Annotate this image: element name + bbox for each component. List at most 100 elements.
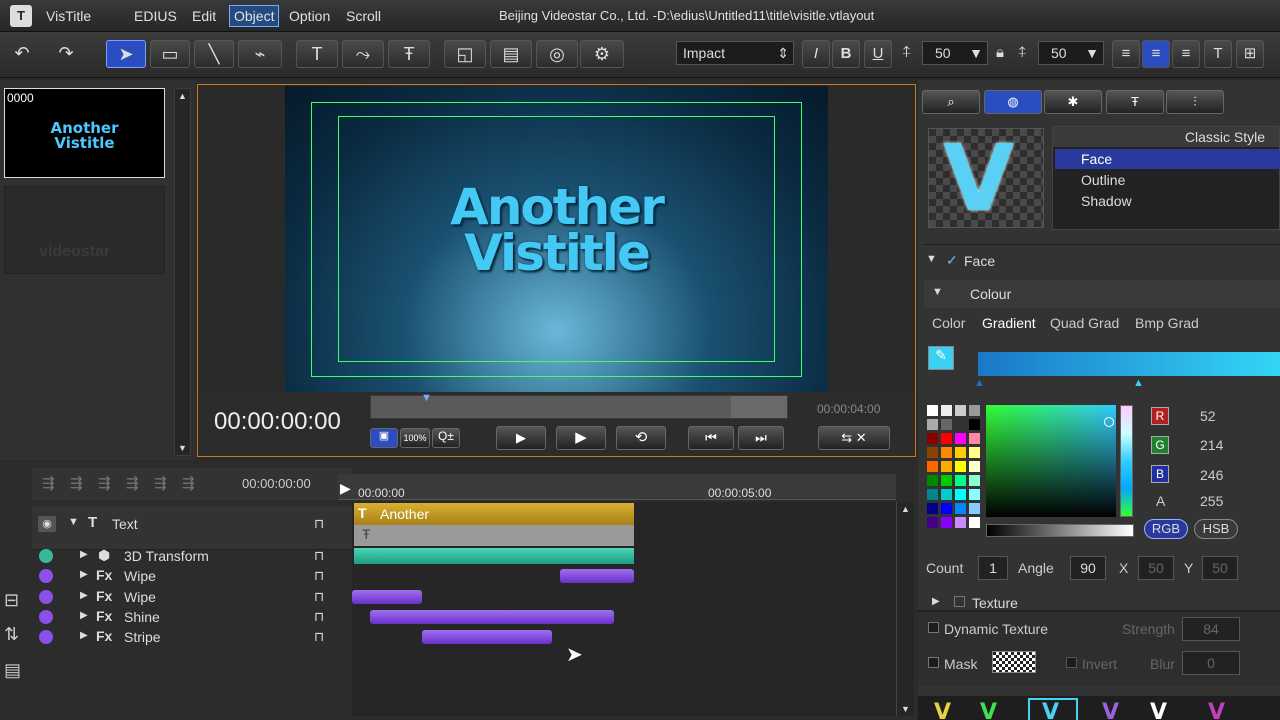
eyedropper-icon[interactable]: ✎ [928, 346, 954, 370]
alpha-slider[interactable] [986, 524, 1134, 537]
rgb-button[interactable]: RGB [1144, 519, 1188, 539]
keyframe-add-icon[interactable]: ⇶ [126, 474, 139, 492]
gradient-box-icon[interactable]: ▤ [490, 40, 532, 68]
keyframe-copy-icon[interactable]: ⇶ [182, 474, 195, 492]
expand-icon[interactable]: ▶ [80, 549, 88, 560]
undo-icon[interactable]: ↶ [6, 40, 38, 68]
loop-icon[interactable]: ⟲ [616, 426, 666, 450]
line-icon[interactable]: ╲ [194, 40, 234, 68]
lock-icon[interactable]: ⊓ [314, 568, 324, 584]
font-width-field[interactable]: 50 ▼ [1038, 41, 1104, 65]
toggle-icon[interactable] [39, 569, 53, 583]
texture-checkbox[interactable] [954, 596, 965, 607]
style-item-outline[interactable]: Outline [1055, 170, 1280, 190]
x-field[interactable]: 50 [1138, 556, 1174, 580]
3d-transform-clip[interactable] [354, 548, 634, 564]
search-tab-icon[interactable]: ⌕ [922, 90, 980, 114]
menu-edius[interactable]: EDIUS [134, 8, 177, 24]
font-select[interactable]: Impact ⇕ [676, 41, 794, 65]
align-tool-icon[interactable]: ⊟ [4, 590, 19, 611]
scroll-up-icon[interactable]: ▲ [178, 91, 187, 101]
underline-button[interactable]: U [864, 40, 892, 68]
scroll-down-icon[interactable]: ▼ [901, 704, 910, 714]
scroll-up-icon[interactable]: ▲ [901, 504, 910, 514]
playhead-icon[interactable]: ▶ [340, 480, 351, 497]
wipe-clip-1[interactable] [560, 569, 634, 583]
expand-icon[interactable]: ▶ [80, 569, 88, 580]
face-checkbox[interactable]: ✓ [946, 252, 958, 269]
hue-slider[interactable] [1120, 405, 1133, 517]
angle-field[interactable]: 90 [1070, 556, 1106, 580]
collapse-icon[interactable]: ▼ [932, 286, 943, 298]
go-end-icon[interactable]: ⏭ [738, 426, 784, 450]
text-clip-sub[interactable]: Ŧ [354, 525, 634, 546]
y-field[interactable]: 50 [1202, 556, 1238, 580]
shape-icon[interactable]: ◱ [444, 40, 486, 68]
mask-pattern-preview[interactable] [992, 651, 1036, 673]
invert-checkbox[interactable] [1066, 657, 1077, 668]
track-shine[interactable]: ▶ Fx Shine ⊓ [32, 607, 352, 627]
keyframe-icon[interactable]: ⇶ [42, 474, 55, 492]
toggle-icon[interactable] [39, 590, 53, 604]
preset-thumb[interactable]: V [1102, 700, 1119, 720]
menu-scroll[interactable]: Scroll [346, 8, 381, 24]
toggle-icon[interactable] [39, 630, 53, 644]
expand-icon[interactable]: ▶ [80, 610, 88, 621]
preview-scrubber[interactable]: ▼ [370, 392, 788, 419]
stripe-clip[interactable] [422, 630, 552, 644]
thumbnail-scrollbar[interactable]: ▲ ▼ [174, 88, 191, 456]
track-text[interactable]: ◉ ▼ T Text ⊓ [32, 506, 352, 550]
go-start-icon[interactable]: ⏮ [688, 426, 734, 450]
keyframe-del-icon[interactable]: ⇶ [154, 474, 167, 492]
gradient-bar[interactable] [978, 352, 1280, 376]
arrange-icon[interactable]: ⇅ [4, 624, 19, 645]
lock-icon[interactable]: ⊓ [314, 516, 324, 532]
dynamic-texture-checkbox[interactable] [928, 622, 939, 633]
tab-bmp-grad[interactable]: Bmp Grad [1135, 315, 1199, 331]
bold-button[interactable]: B [832, 40, 860, 68]
track-stripe[interactable]: ▶ Fx Stripe ⊓ [32, 627, 352, 647]
expand-icon[interactable]: ▼ [68, 516, 79, 528]
align-right-icon[interactable]: ≡ [1172, 40, 1200, 68]
expand-icon[interactable]: ▶ [932, 596, 940, 607]
path-text-icon[interactable]: ⤳ [342, 40, 384, 68]
style-item-face[interactable]: Face [1055, 149, 1280, 169]
g-value[interactable]: 214 [1200, 437, 1223, 453]
lock-icon[interactable]: ⊓ [314, 589, 324, 605]
scroll-down-icon[interactable]: ▼ [178, 443, 187, 453]
playhead-marker[interactable]: ▼ [421, 392, 432, 404]
safe-area-button[interactable]: ▣ [370, 428, 398, 448]
lock-icon[interactable]: ⊓ [314, 629, 324, 645]
align-center-icon[interactable]: ≡ [1142, 40, 1170, 68]
italic-button[interactable]: I [802, 40, 830, 68]
layers-icon[interactable]: ▤ [4, 660, 21, 681]
rectangle-icon[interactable]: ▭ [150, 40, 190, 68]
tab-gradient[interactable]: Gradient [982, 315, 1036, 331]
shine-clip[interactable] [370, 610, 614, 624]
color-tab-icon[interactable]: ◍ [984, 90, 1042, 114]
face-section-header[interactable]: ▼ ✓ Face [922, 244, 1280, 276]
text-baseline-icon[interactable]: T [1204, 40, 1232, 68]
globe-icon[interactable]: ◎ [536, 40, 578, 68]
menu-edit[interactable]: Edit [192, 8, 216, 24]
preset-thumb[interactable]: V [1028, 698, 1078, 720]
play-button[interactable]: ▶ [496, 426, 546, 450]
preview-canvas[interactable]: Another Vistitle [285, 86, 828, 392]
timeline-ruler[interactable]: 00:00:00 00:00:05:00 ▶ [338, 474, 896, 500]
texture-header[interactable]: ▶ Texture [924, 592, 1280, 608]
text-tab-icon[interactable]: Ŧ [1106, 90, 1164, 114]
preset-thumb[interactable]: V [1150, 700, 1167, 720]
align-left-icon[interactable]: ≡ [1112, 40, 1140, 68]
mask-checkbox[interactable] [928, 657, 939, 668]
effects-tab-icon[interactable]: ✱ [1044, 90, 1102, 114]
eye-icon[interactable]: ◉ [38, 516, 56, 532]
preset-thumb[interactable]: V [934, 700, 951, 720]
menu-object[interactable]: Object [229, 5, 280, 27]
tab-color[interactable]: Color [932, 315, 965, 331]
blur-field[interactable]: 0 [1182, 651, 1240, 675]
text-clip[interactable]: T Another [354, 503, 634, 525]
zoom-100-button[interactable]: 100% [400, 428, 430, 448]
picker-handle[interactable] [1104, 417, 1114, 427]
layout-tab-icon[interactable]: ⫶ [1166, 90, 1224, 114]
track-wipe-1[interactable]: ▶ Fx Wipe ⊓ [32, 566, 352, 586]
